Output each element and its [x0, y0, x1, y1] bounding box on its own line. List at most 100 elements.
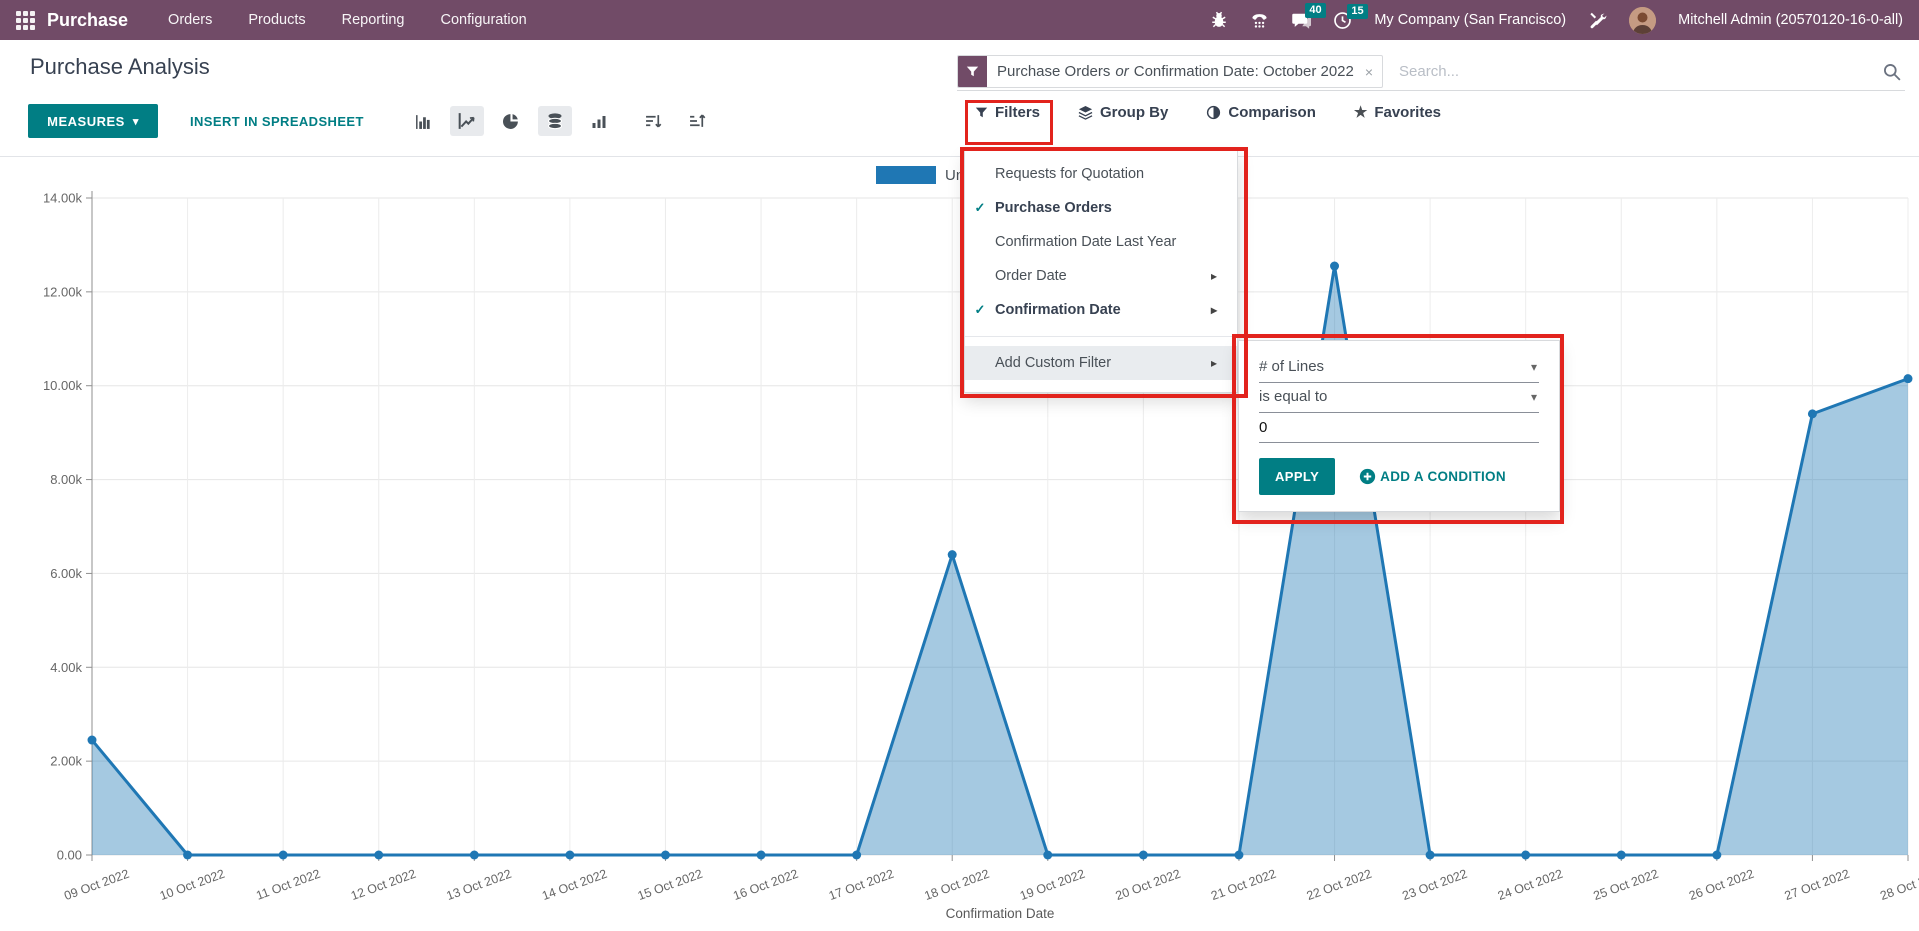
insert-in-spreadsheet-button[interactable]: INSERT IN SPREADSHEET	[184, 104, 370, 138]
data-point[interactable]	[565, 851, 574, 860]
favorites-label: Favorites	[1374, 104, 1441, 121]
filters-dropdown-menu: Requests for Quotation ✓Purchase OrdersCo…	[964, 150, 1238, 393]
filters-menu-item-confirmation-date[interactable]: ✓Confirmation Date▸	[965, 293, 1237, 327]
filters-menu-item-confirmation-date-last-year[interactable]: Confirmation Date Last Year	[965, 225, 1237, 259]
data-point[interactable]	[470, 851, 479, 860]
x-tick-label: 19 Oct 2022	[1018, 867, 1087, 903]
check-icon: ✓	[965, 302, 995, 318]
cumulative-icon[interactable]	[582, 106, 616, 136]
field-select[interactable]: # of Lines ▾	[1259, 353, 1539, 383]
data-point[interactable]	[1808, 409, 1817, 418]
navbar-item-orders[interactable]: Orders	[168, 12, 212, 28]
favorites-button[interactable]: ★ Favorites	[1354, 104, 1441, 121]
operator-select[interactable]: is equal to ▾	[1259, 383, 1539, 413]
x-tick-label: 25 Oct 2022	[1591, 867, 1660, 903]
custom-filter-buttons: APPLY ADD A CONDITION	[1259, 458, 1539, 495]
filters-menu-item-purchase-orders[interactable]: ✓Purchase Orders	[965, 191, 1237, 225]
navbar-item-configuration[interactable]: Configuration	[440, 12, 526, 28]
facet-conjunction: or	[1115, 63, 1128, 80]
navbar-item-reporting[interactable]: Reporting	[342, 12, 405, 28]
activities-icon[interactable]: 15	[1333, 11, 1352, 30]
add-condition-label: ADD A CONDITION	[1380, 469, 1506, 484]
tools-icon[interactable]	[1588, 11, 1607, 30]
data-point[interactable]	[1904, 374, 1913, 383]
phone-icon[interactable]	[1250, 11, 1269, 30]
funnel-icon	[975, 106, 988, 119]
data-point[interactable]	[1712, 851, 1721, 860]
app-name[interactable]: Purchase	[47, 10, 128, 31]
bug-icon[interactable]	[1210, 11, 1228, 29]
data-point[interactable]	[1330, 262, 1339, 271]
y-tick-label: 2.00k	[50, 754, 82, 769]
search-bar: Purchase Orders or Confirmation Date: Oc…	[957, 53, 1905, 91]
x-tick-label: 28 Oct 2022	[1878, 867, 1919, 903]
x-tick-label: 21 Oct 2022	[1209, 867, 1278, 903]
x-tick-label: 16 Oct 2022	[731, 867, 800, 903]
sort-desc-icon[interactable]	[636, 106, 670, 136]
data-point[interactable]	[1521, 851, 1530, 860]
comparison-icon	[1206, 105, 1221, 120]
data-point[interactable]	[1426, 851, 1435, 860]
x-tick-label: 10 Oct 2022	[158, 867, 227, 903]
menu-separator	[965, 336, 1237, 337]
operator-select-value: is equal to	[1259, 388, 1327, 405]
data-point[interactable]	[374, 851, 383, 860]
y-tick-label: 10.00k	[43, 378, 83, 393]
filters-button[interactable]: Filters	[975, 104, 1040, 121]
data-point[interactable]	[279, 851, 288, 860]
company-switcher[interactable]: My Company (San Francisco)	[1374, 12, 1566, 28]
comparison-button[interactable]: Comparison	[1206, 104, 1316, 121]
y-tick-label: 12.00k	[43, 284, 83, 299]
stacked-icon[interactable]	[538, 106, 572, 136]
data-point[interactable]	[1617, 851, 1626, 860]
data-point[interactable]	[757, 851, 766, 860]
group-by-button[interactable]: Group By	[1078, 104, 1168, 121]
search-input[interactable]	[1397, 62, 1869, 81]
measures-button[interactable]: MEASURES ▾	[28, 104, 158, 138]
x-tick-label: 23 Oct 2022	[1400, 867, 1469, 903]
x-tick-label: 09 Oct 2022	[62, 867, 131, 903]
group-by-label: Group By	[1100, 104, 1168, 121]
navbar-menu: Orders Products Reporting Configuration	[168, 12, 527, 28]
pie-chart-icon[interactable]	[494, 106, 528, 136]
legend-swatch	[876, 166, 936, 184]
user-menu[interactable]: Mitchell Admin (20570120-16-0-all)	[1678, 12, 1903, 28]
navbar-item-products[interactable]: Products	[248, 12, 305, 28]
bar-chart-icon[interactable]	[406, 106, 440, 136]
data-point[interactable]	[183, 851, 192, 860]
apply-button[interactable]: APPLY	[1259, 458, 1335, 495]
view-switcher	[406, 106, 714, 136]
purchase-analysis-screen: Purchase Orders Products Reporting Configur…	[0, 0, 1919, 931]
add-condition-button[interactable]: ADD A CONDITION	[1353, 467, 1512, 486]
data-point[interactable]	[1043, 851, 1052, 860]
x-tick-label: 12 Oct 2022	[349, 867, 418, 903]
avatar[interactable]	[1629, 7, 1656, 34]
x-tick-label: 14 Oct 2022	[540, 867, 609, 903]
filters-menu-item-order-date[interactable]: Order Date▸	[965, 259, 1237, 293]
filters-menu-item-requests-for-quotation[interactable]: Requests for Quotation	[965, 157, 1237, 191]
navbar-left: Purchase Orders Products Reporting Configur…	[0, 10, 527, 31]
caret-down-icon: ▾	[1531, 360, 1537, 374]
data-point[interactable]	[1234, 851, 1243, 860]
sort-asc-icon[interactable]	[680, 106, 714, 136]
line-chart-icon[interactable]	[450, 106, 484, 136]
apps-grid-icon[interactable]	[16, 11, 35, 30]
data-point[interactable]	[1139, 851, 1148, 860]
facet-remove-icon[interactable]: ×	[1362, 56, 1382, 87]
facet-part2: Confirmation Date: October 2022	[1134, 63, 1354, 80]
data-point[interactable]	[661, 851, 670, 860]
filters-menu-item-add-custom-filter[interactable]: Add Custom Filter▸	[965, 346, 1237, 380]
filter-facet-icon	[958, 56, 987, 87]
x-tick-label: 20 Oct 2022	[1114, 867, 1183, 903]
search-icon[interactable]	[1883, 63, 1905, 81]
data-point[interactable]	[88, 736, 97, 745]
measures-label: MEASURES	[47, 114, 125, 129]
data-point[interactable]	[852, 851, 861, 860]
activities-badge: 15	[1347, 4, 1367, 19]
caret-down-icon: ▾	[1531, 390, 1537, 404]
page-title: Purchase Analysis	[30, 54, 210, 80]
messages-icon[interactable]: 40	[1291, 10, 1311, 30]
menu-item-label: Requests for Quotation	[995, 166, 1211, 182]
value-input[interactable]	[1259, 413, 1539, 443]
data-point[interactable]	[948, 550, 957, 559]
